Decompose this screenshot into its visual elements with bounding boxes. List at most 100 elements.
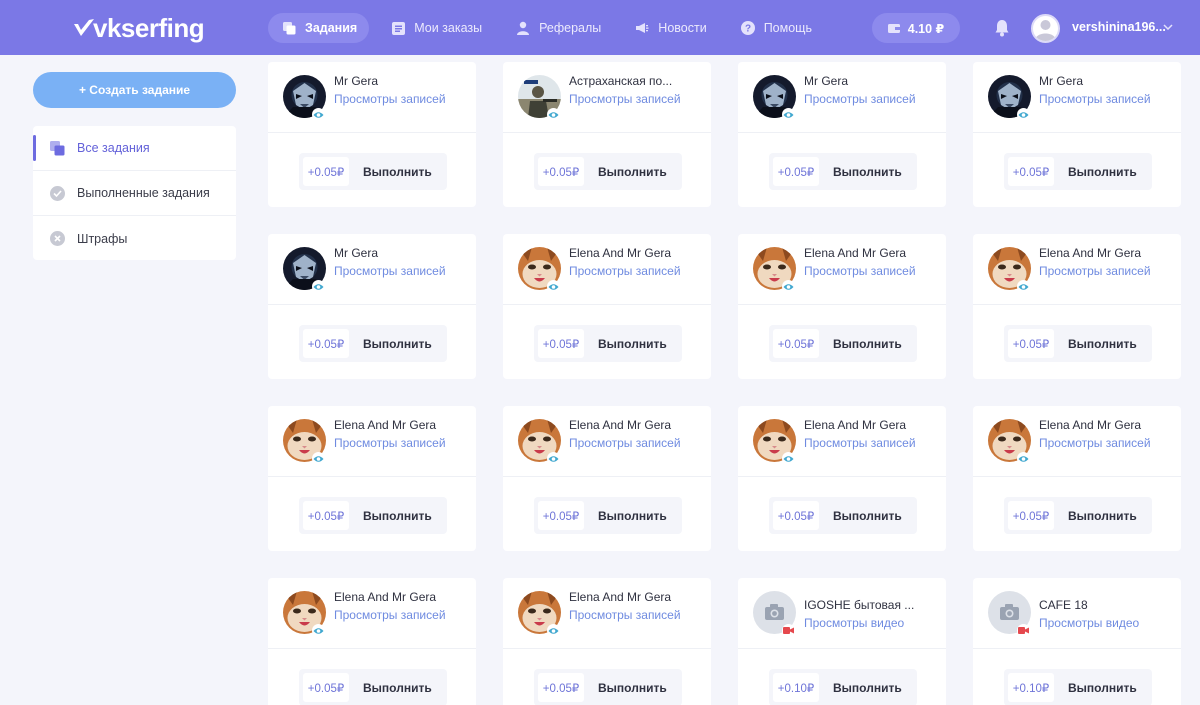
task-author[interactable]: Elena And Mr Gera: [804, 246, 906, 260]
task-action: +0.05₽ Выполнить: [1004, 497, 1152, 534]
task-action: +0.05₽ Выполнить: [769, 325, 917, 362]
execute-button[interactable]: Выполнить: [1068, 325, 1137, 362]
sidebar-item-all-tasks[interactable]: Все задания: [33, 126, 236, 171]
nav-news[interactable]: Новости: [621, 13, 718, 43]
top-header: vkserfing Задания Мои заказы Рефералы Но…: [0, 0, 1200, 55]
eye-icon: [312, 280, 325, 293]
execute-button[interactable]: Выполнить: [363, 325, 432, 362]
task-action: +0.05₽ Выполнить: [299, 325, 447, 362]
balance-badge[interactable]: 4.10 ₽: [872, 13, 960, 43]
logo[interactable]: vkserfing: [73, 12, 205, 43]
task-type[interactable]: Просмотры записей: [804, 436, 924, 451]
task-type[interactable]: Просмотры записей: [569, 436, 689, 451]
execute-button[interactable]: Выполнить: [363, 497, 432, 534]
task-type[interactable]: Просмотры записей: [804, 92, 924, 107]
task-type[interactable]: Просмотры записей: [334, 92, 454, 107]
bell-icon[interactable]: [994, 19, 1010, 37]
task-author[interactable]: Elena And Mr Gera: [334, 590, 436, 604]
all-tasks-icon: [50, 140, 65, 156]
sidebar-item-completed[interactable]: Выполненные задания: [33, 171, 236, 216]
task-card: Elena And Mr Gera Просмотры записей +0.05₽…: [738, 234, 946, 379]
task-author[interactable]: Elena And Mr Gera: [569, 418, 671, 432]
task-card-header: Elena And Mr Gera Просмотры записей: [973, 406, 1181, 477]
task-type[interactable]: Просмотры записей: [569, 92, 689, 107]
task-author[interactable]: Астраханская по...: [569, 74, 672, 88]
task-reward: +0.05₽: [538, 673, 584, 702]
task-action: +0.05₽ Выполнить: [534, 325, 682, 362]
task-author[interactable]: IGOSHE бытовая ...: [804, 598, 914, 612]
execute-button[interactable]: Выполнить: [1068, 497, 1137, 534]
sidebar-item-label: Все задания: [77, 141, 150, 155]
task-type[interactable]: Просмотры видео: [1039, 616, 1159, 631]
username[interactable]: vershinina196...: [1072, 20, 1166, 34]
task-card-header: Mr Gera Просмотры записей: [268, 234, 476, 305]
task-card: Mr Gera Просмотры записей +0.05₽ Выполнить: [738, 62, 946, 207]
eye-icon: [547, 624, 560, 637]
task-card: Elena And Mr Gera Просмотры записей +0.05₽…: [503, 406, 711, 551]
nav-referrals[interactable]: Рефералы: [502, 13, 613, 43]
nav-tasks[interactable]: Задания: [268, 13, 370, 43]
task-type[interactable]: Просмотры записей: [334, 436, 454, 451]
tasks-icon: [282, 21, 296, 35]
task-reward: +0.05₽: [1008, 501, 1054, 530]
task-action: +0.10₽ Выполнить: [1004, 669, 1152, 705]
nav-help[interactable]: ? Помощь: [727, 13, 824, 43]
close-circle-icon: [50, 231, 65, 246]
task-card: IGOSHE бытовая ... Просмотры видео +0.10₽ В…: [738, 578, 946, 705]
execute-button[interactable]: Выполнить: [833, 153, 902, 190]
task-type[interactable]: Просмотры записей: [804, 264, 924, 279]
task-action: +0.05₽ Выполнить: [1004, 153, 1152, 190]
task-card-header: Elena And Mr Gera Просмотры записей: [738, 234, 946, 305]
task-type[interactable]: Просмотры записей: [1039, 436, 1159, 451]
eye-icon: [312, 624, 325, 637]
task-reward: +0.05₽: [303, 673, 349, 702]
nav-orders[interactable]: Мои заказы: [377, 13, 494, 43]
task-type[interactable]: Просмотры записей: [1039, 92, 1159, 107]
task-author[interactable]: Mr Gera: [334, 246, 378, 260]
logo-text: vkserfing: [93, 12, 205, 43]
task-author[interactable]: Elena And Mr Gera: [334, 418, 436, 432]
eye-icon: [547, 108, 560, 121]
task-action: +0.05₽ Выполнить: [1004, 325, 1152, 362]
task-author[interactable]: Elena And Mr Gera: [1039, 246, 1141, 260]
execute-button[interactable]: Выполнить: [363, 669, 432, 705]
task-action: +0.05₽ Выполнить: [299, 153, 447, 190]
main-nav: Задания Мои заказы Рефералы Новости ? По…: [268, 13, 832, 43]
task-author[interactable]: Elena And Mr Gera: [804, 418, 906, 432]
task-author[interactable]: Elena And Mr Gera: [569, 590, 671, 604]
sidebar-item-fines[interactable]: Штрафы: [33, 216, 236, 261]
task-author[interactable]: Mr Gera: [1039, 74, 1083, 88]
execute-button[interactable]: Выполнить: [1068, 669, 1137, 705]
execute-button[interactable]: Выполнить: [598, 325, 667, 362]
execute-button[interactable]: Выполнить: [598, 669, 667, 705]
task-type[interactable]: Просмотры записей: [569, 608, 689, 623]
user-avatar[interactable]: [1031, 14, 1060, 43]
execute-button[interactable]: Выполнить: [363, 153, 432, 190]
task-reward: +0.05₽: [538, 329, 584, 358]
task-author[interactable]: Elena And Mr Gera: [1039, 418, 1141, 432]
task-card-header: Elena And Mr Gera Просмотры записей: [973, 234, 1181, 305]
create-task-button[interactable]: + Создать задание: [33, 72, 236, 108]
task-reward: +0.05₽: [773, 501, 819, 530]
task-reward: +0.05₽: [303, 501, 349, 530]
execute-button[interactable]: Выполнить: [833, 497, 902, 534]
execute-button[interactable]: Выполнить: [833, 669, 902, 705]
chevron-down-icon[interactable]: [1163, 24, 1173, 30]
task-type[interactable]: Просмотры записей: [569, 264, 689, 279]
task-author[interactable]: Mr Gera: [804, 74, 848, 88]
execute-button[interactable]: Выполнить: [598, 497, 667, 534]
task-action: +0.05₽ Выполнить: [534, 497, 682, 534]
eye-icon: [1017, 280, 1030, 293]
task-type[interactable]: Просмотры записей: [334, 608, 454, 623]
task-type[interactable]: Просмотры записей: [334, 264, 454, 279]
execute-button[interactable]: Выполнить: [1068, 153, 1137, 190]
task-type[interactable]: Просмотры видео: [804, 616, 924, 631]
execute-button[interactable]: Выполнить: [833, 325, 902, 362]
task-card: Elena And Mr Gera Просмотры записей +0.05₽…: [973, 234, 1181, 379]
task-type[interactable]: Просмотры записей: [1039, 264, 1159, 279]
task-author[interactable]: Elena And Mr Gera: [569, 246, 671, 260]
task-author[interactable]: CAFE 18: [1039, 598, 1088, 612]
task-author[interactable]: Mr Gera: [334, 74, 378, 88]
task-action: +0.05₽ Выполнить: [534, 153, 682, 190]
execute-button[interactable]: Выполнить: [598, 153, 667, 190]
